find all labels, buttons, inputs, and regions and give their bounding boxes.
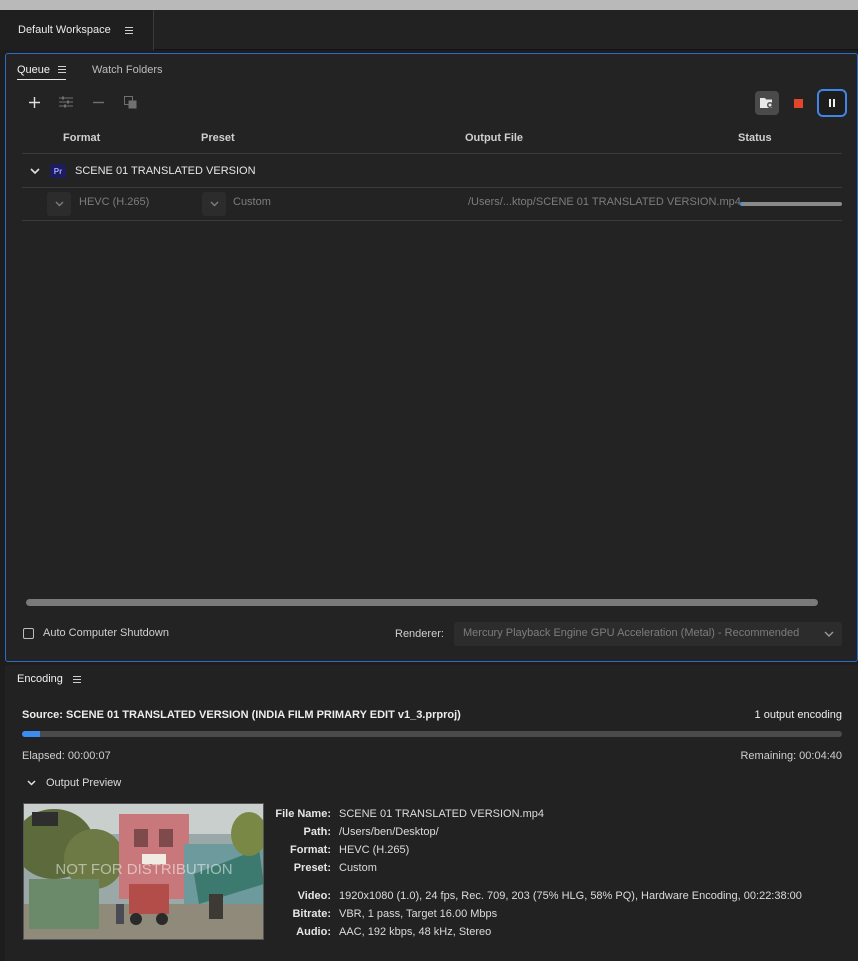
column-format[interactable]: Format <box>63 132 100 144</box>
workspace-menu-icon[interactable] <box>124 26 133 34</box>
workspace-bar: Default Workspace <box>0 10 858 50</box>
queue-toolbar <box>24 92 140 112</box>
duplicate-icon <box>123 95 136 108</box>
output-folder-button[interactable] <box>755 91 779 115</box>
plus-icon <box>28 96 40 108</box>
tab-queue[interactable]: Queue <box>17 60 67 80</box>
column-output-file[interactable]: Output File <box>465 132 523 144</box>
preset-settings-button[interactable] <box>56 92 76 112</box>
horizontal-scrollbar[interactable] <box>26 599 818 606</box>
remove-button[interactable] <box>88 92 108 112</box>
encoding-source: Source: SCENE 01 TRANSLATED VERSION (IND… <box>22 709 461 721</box>
folder-settings-icon <box>760 98 773 108</box>
stop-icon <box>793 98 803 108</box>
column-preset[interactable]: Preset <box>201 132 235 144</box>
info-format: Format: HEVC (H.265) <box>290 844 410 856</box>
tab-queue-label: Queue <box>17 63 51 76</box>
renderer-label: Renderer: <box>395 628 444 640</box>
tab-watch-folders-label: Watch Folders <box>92 64 163 76</box>
queue-output-row[interactable]: HEVC (H.265) Custom /Users/...ktop/SCENE… <box>22 188 842 221</box>
queue-source-row[interactable]: Pr SCENE 01 TRANSLATED VERSION <box>22 155 842 188</box>
chevron-down-icon <box>824 628 834 640</box>
queue-panel: Queue Watch Folders Format Preset Output… <box>5 53 858 662</box>
pause-icon <box>829 99 835 107</box>
expand-chevron-icon[interactable] <box>30 166 40 176</box>
premiere-pro-icon: Pr <box>50 164 66 178</box>
column-status[interactable]: Status <box>738 132 772 144</box>
output-preview-label: Output Preview <box>46 777 122 789</box>
tab-watch-folders[interactable]: Watch Folders <box>92 60 163 80</box>
watermark-text: NOT FOR DISTRIBUTION <box>55 861 232 878</box>
workspace-tab[interactable]: Default Workspace <box>0 10 154 50</box>
output-preview-toggle[interactable]: Output Preview <box>27 777 121 789</box>
window-top-strip <box>0 0 858 10</box>
pause-button[interactable] <box>817 89 847 117</box>
output-encoding-count: 1 output encoding <box>754 709 842 721</box>
auto-shutdown-checkbox[interactable] <box>23 627 34 639</box>
encoding-panel: Encoding Source: SCENE 01 TRANSLATED VER… <box>5 665 858 961</box>
tab-encoding[interactable]: Encoding <box>17 673 81 685</box>
sliders-icon <box>59 96 73 108</box>
info-file-name: File Name: SCENE 01 TRANSLATED VERSION.mp… <box>275 808 544 820</box>
elapsed-time: Elapsed: 00:00:07 <box>22 750 111 762</box>
info-video: Video: 1920x1080 (1.0), 24 fps, Rec. 709,… <box>297 890 802 902</box>
preview-frame-image: NOT FOR DISTRIBUTION <box>24 804 263 939</box>
queue-progress-bar <box>740 202 842 206</box>
duplicate-button[interactable] <box>120 92 140 112</box>
queue-tabs: Queue Watch Folders <box>17 60 163 80</box>
workspace-title: Default Workspace <box>18 24 111 36</box>
queue-progress-fill <box>740 202 743 206</box>
output-file-info: File Name: SCENE 01 TRANSLATED VERSION.mp… <box>265 805 802 941</box>
output-file-link[interactable]: /Users/...ktop/SCENE 01 TRANSLATED VERSI… <box>468 196 741 208</box>
tab-encoding-label: Encoding <box>17 673 63 685</box>
info-path: Path:/Users/ben/Desktop/ <box>303 826 439 838</box>
renderer-select[interactable]: Mercury Playback Engine GPU Acceleration… <box>454 622 842 646</box>
format-dropdown[interactable] <box>47 192 71 216</box>
info-audio: Audio: AAC, 192 kbps, 48 kHz, Stereo <box>296 926 492 938</box>
minus-icon <box>92 101 104 103</box>
add-source-button[interactable] <box>24 92 44 112</box>
encoding-progress-fill <box>22 731 41 737</box>
info-preset: Preset: Custom <box>293 862 377 874</box>
info-bitrate: Bitrate: VBR, 1 pass, Target 16.00 Mbps <box>292 908 498 920</box>
encoding-menu-icon[interactable] <box>72 675 81 683</box>
queue-column-header: Format Preset Output File Status <box>22 128 842 154</box>
output-preview-thumbnail: NOT FOR DISTRIBUTION <box>23 803 264 940</box>
chevron-down-icon <box>27 780 36 786</box>
stop-button[interactable] <box>789 91 807 115</box>
chevron-down-icon <box>55 201 63 207</box>
preset-dropdown[interactable] <box>202 192 226 216</box>
preset-value[interactable]: Custom <box>233 196 271 208</box>
auto-shutdown[interactable]: Auto Computer Shutdown <box>23 627 169 639</box>
queue-controls <box>755 89 847 117</box>
auto-shutdown-label: Auto Computer Shutdown <box>43 627 169 639</box>
chevron-down-icon <box>210 201 218 207</box>
encoding-progress-bar <box>22 731 842 737</box>
remaining-time: Remaining: 00:04:40 <box>740 750 842 762</box>
source-title: SCENE 01 TRANSLATED VERSION <box>75 165 256 177</box>
format-value[interactable]: HEVC (H.265) <box>79 196 149 208</box>
queue-menu-icon[interactable] <box>58 66 67 73</box>
renderer-value: Mercury Playback Engine GPU Acceleration… <box>463 627 800 639</box>
